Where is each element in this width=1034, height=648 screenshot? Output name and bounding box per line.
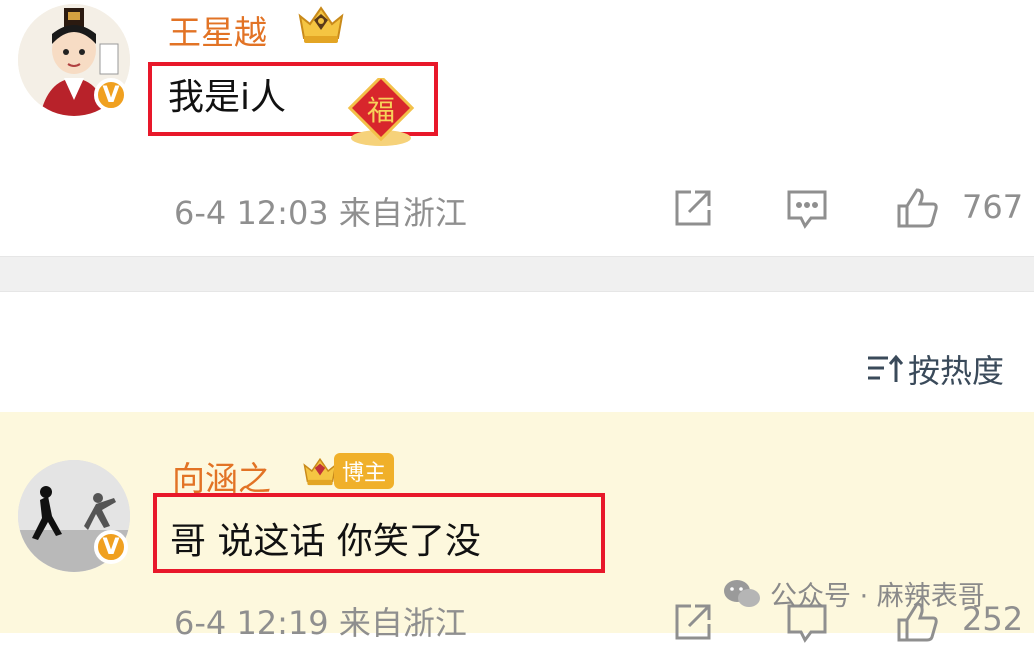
- share-icon[interactable]: [671, 600, 715, 644]
- comment-meta: 6-4 12:03 来自浙江: [174, 194, 467, 232]
- fu-sticker-icon: 福: [343, 74, 419, 148]
- like-thumb-icon[interactable]: [895, 186, 939, 230]
- watermark-text: 公众号 · 麻辣表哥: [770, 581, 985, 612]
- watermark: 公众号 · 麻辣表哥: [722, 574, 985, 613]
- sort-icon: [868, 354, 904, 382]
- sort-label: 按热度: [908, 352, 1005, 390]
- like-count: 767: [962, 188, 1024, 226]
- comment-text: 我是i人: [168, 77, 287, 118]
- verified-badge-icon: V: [94, 530, 128, 564]
- blogger-badge-label: 博主: [334, 453, 395, 489]
- comment-text: 哥 说这话 你笑了没: [170, 521, 481, 562]
- section-separator: [0, 256, 1034, 292]
- crown-vip-icon: [294, 2, 348, 46]
- wechat-icon: [724, 579, 760, 607]
- comment-username[interactable]: 王星越: [168, 6, 267, 54]
- fu-sticker-label: 福: [367, 94, 395, 127]
- comment-icon[interactable]: [785, 186, 829, 230]
- blogger-badge: 博主: [300, 450, 395, 492]
- sort-button[interactable]: 按热度: [866, 346, 1004, 392]
- comment-meta: 6-4 12:19 来自浙江: [174, 604, 467, 642]
- verified-badge-icon: V: [94, 78, 128, 112]
- share-icon[interactable]: [671, 186, 715, 230]
